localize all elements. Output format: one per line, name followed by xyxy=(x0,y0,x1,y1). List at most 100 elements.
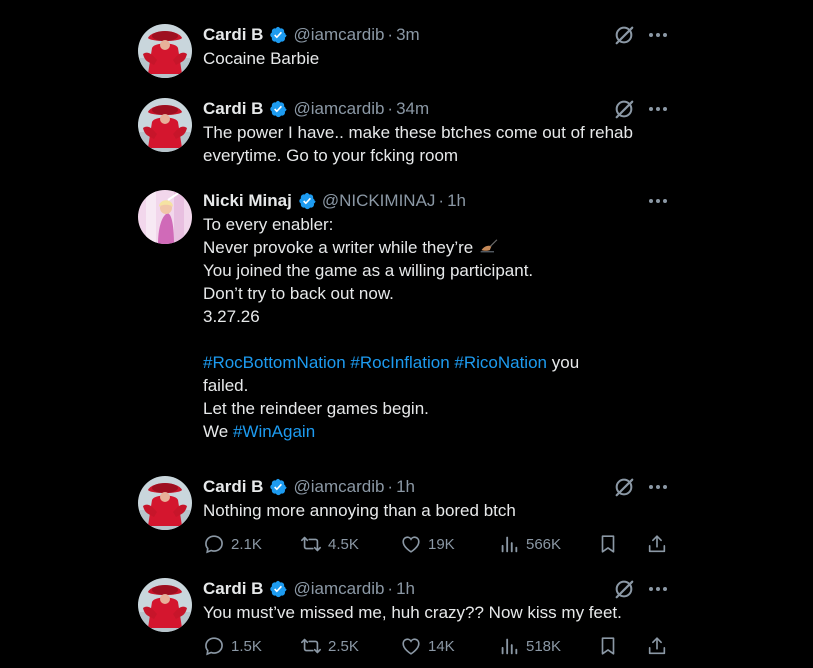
verified-badge-icon xyxy=(269,26,287,44)
tweet-line: You joined the game as a willing partici… xyxy=(203,261,534,280)
tweet-text: Cocaine Barbie xyxy=(203,47,673,70)
author-name[interactable]: Nicki Minaj xyxy=(203,191,292,211)
repost-count: 2.5K xyxy=(328,637,359,655)
separator-dot: · xyxy=(387,25,394,44)
repost-button[interactable]: 4.5K xyxy=(300,533,359,555)
tweet[interactable]: Nicki Minaj @NICKIMINAJ · 1h To every en… xyxy=(138,190,673,450)
tweet-line: Don’t try to back out now. xyxy=(203,284,394,303)
share-icon xyxy=(646,635,668,657)
like-count: 14K xyxy=(428,637,455,655)
author-name[interactable]: Cardi B xyxy=(203,579,263,599)
author-handle[interactable]: @iamcardib xyxy=(293,579,384,599)
separator-dot: · xyxy=(387,477,394,496)
bookmark-button[interactable] xyxy=(597,635,619,657)
verified-badge-icon xyxy=(269,100,287,118)
repost-button[interactable]: 2.5K xyxy=(300,635,359,657)
bookmark-button[interactable] xyxy=(597,533,619,555)
tweet[interactable]: Cardi B @iamcardib · 1h You must’ve miss… xyxy=(138,578,673,662)
like-button[interactable]: 19K xyxy=(400,533,455,555)
author-name[interactable]: Cardi B xyxy=(203,477,263,497)
timestamp[interactable]: 34m xyxy=(396,99,429,119)
bookmark-icon xyxy=(597,533,619,555)
like-count: 19K xyxy=(428,535,455,553)
verified-badge-icon xyxy=(298,192,316,210)
reply-icon xyxy=(203,533,225,555)
view-count: 518K xyxy=(526,637,562,655)
share-icon xyxy=(646,533,668,555)
author-handle[interactable]: @iamcardib xyxy=(293,99,384,119)
bookmark-icon xyxy=(597,635,619,657)
author-handle[interactable]: @iamcardib xyxy=(293,477,384,497)
tweet[interactable]: Cardi B @iamcardib · 3m Cocaine Barbie xyxy=(138,24,673,78)
views-button[interactable]: 566K xyxy=(498,533,561,555)
share-button[interactable] xyxy=(646,533,668,555)
writing-hand-emoji xyxy=(478,236,500,256)
author-name[interactable]: Cardi B xyxy=(203,99,263,119)
more-icon[interactable] xyxy=(647,30,669,40)
views-icon xyxy=(498,635,520,657)
verified-badge-icon xyxy=(269,580,287,598)
author-handle[interactable]: @NICKIMINAJ xyxy=(322,191,436,211)
tweet-line: Cocaine Barbie xyxy=(203,49,320,68)
tweet-text: You must’ve missed me, huh crazy?? Now k… xyxy=(203,601,673,624)
timestamp[interactable]: 1h xyxy=(396,579,415,599)
reply-icon xyxy=(203,635,225,657)
tweet-line: #RocBottomNation #RocInflation #RicoNati… xyxy=(203,351,673,374)
grok-icon[interactable] xyxy=(613,98,635,120)
view-count: 566K xyxy=(526,535,562,553)
tweet-text: Nothing more annoying than a bored btch xyxy=(203,499,673,522)
reply-count: 2.1K xyxy=(231,535,262,553)
separator-dot: · xyxy=(438,191,445,210)
author-name[interactable]: Cardi B xyxy=(203,25,263,45)
grok-icon[interactable] xyxy=(613,578,635,600)
hashtag-link[interactable]: #RocInflation xyxy=(350,353,449,372)
avatar[interactable] xyxy=(138,578,192,632)
tweet-line: Nothing more annoying than a bored btch xyxy=(203,501,516,520)
grok-icon[interactable] xyxy=(613,476,635,498)
tweet-line: Let the reindeer games begin. xyxy=(203,399,429,418)
timestamp[interactable]: 3m xyxy=(396,25,420,45)
tweet-line: To every enabler: xyxy=(203,215,334,234)
tweet-line: The power I have.. make these btches com… xyxy=(203,123,633,142)
more-icon[interactable] xyxy=(647,584,669,594)
hashtag-link[interactable]: #WinAgain xyxy=(233,422,315,441)
views-icon xyxy=(498,533,520,555)
avatar[interactable] xyxy=(138,98,192,152)
timestamp[interactable]: 1h xyxy=(447,191,466,211)
verified-badge-icon xyxy=(269,478,287,496)
grok-icon[interactable] xyxy=(613,24,635,46)
repost-count: 4.5K xyxy=(328,535,359,553)
separator-dot: · xyxy=(387,579,394,598)
tweet-line-text: We xyxy=(203,422,229,441)
timestamp[interactable]: 1h xyxy=(396,477,415,497)
tweet-line: 3.27.26 xyxy=(203,307,260,326)
tweet-line-text: Never provoke a writer while they’re xyxy=(203,238,474,257)
tweet-text: To every enabler: Never provoke a writer… xyxy=(203,213,673,443)
tweet-line: failed. xyxy=(203,376,249,395)
tweet[interactable]: Cardi B @iamcardib · 1h Nothing more ann… xyxy=(138,476,673,560)
action-bar: 2.1K 4.5K 19K 566K xyxy=(203,532,673,556)
more-icon[interactable] xyxy=(647,104,669,114)
like-button[interactable]: 14K xyxy=(400,635,455,657)
reply-button[interactable]: 2.1K xyxy=(203,533,262,555)
share-button[interactable] xyxy=(646,635,668,657)
like-icon xyxy=(400,635,422,657)
repost-icon xyxy=(300,635,322,657)
reply-button[interactable]: 1.5K xyxy=(203,635,262,657)
tweet-line: Never provoke a writer while they’re xyxy=(203,236,673,259)
author-handle[interactable]: @iamcardib xyxy=(293,25,384,45)
avatar[interactable] xyxy=(138,476,192,530)
tweet[interactable]: Cardi B @iamcardib · 34m The power I hav… xyxy=(138,98,673,168)
tweet-line: We #WinAgain xyxy=(203,420,673,443)
hashtag-link[interactable]: #RicoNation xyxy=(454,353,547,372)
avatar[interactable] xyxy=(138,24,192,78)
hashtag-link[interactable]: #RocBottomNation xyxy=(203,353,346,372)
tweet-text: The power I have.. make these btches com… xyxy=(203,121,673,167)
views-button[interactable]: 518K xyxy=(498,635,561,657)
avatar[interactable] xyxy=(138,190,192,244)
more-icon[interactable] xyxy=(647,196,669,206)
tweet-line-text: you xyxy=(551,353,580,372)
reply-count: 1.5K xyxy=(231,637,262,655)
more-icon[interactable] xyxy=(647,482,669,492)
